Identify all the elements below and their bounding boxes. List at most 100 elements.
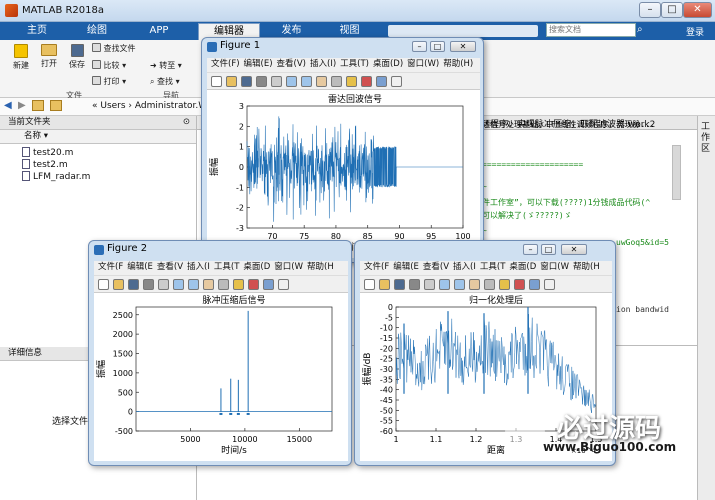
print-icon[interactable] bbox=[143, 279, 154, 290]
current-path[interactable]: « Users › Administrator.W bbox=[92, 101, 207, 111]
file-item[interactable]: test2.m bbox=[22, 159, 68, 170]
file-item[interactable]: test20.m bbox=[22, 147, 73, 158]
open-icon[interactable] bbox=[379, 279, 390, 290]
goto-button[interactable]: ➜ 转至 ▾ bbox=[150, 60, 182, 71]
save-button[interactable]: 保存 bbox=[64, 44, 90, 70]
figure1-window[interactable]: Figure 1 – □ ✕ 文件(F) 编辑(E) 查看(V) 插入(I) 工具(T)… bbox=[201, 37, 484, 263]
save-icon[interactable] bbox=[128, 279, 139, 290]
zoom-in-icon[interactable] bbox=[286, 76, 297, 87]
minimize-button[interactable]: – bbox=[639, 2, 661, 18]
open-icon[interactable] bbox=[226, 76, 237, 87]
forward-icon[interactable]: ▶ bbox=[18, 100, 26, 111]
menu-item[interactable]: 插入(I bbox=[187, 262, 210, 272]
legend-icon[interactable] bbox=[278, 279, 289, 290]
menu-item[interactable]: 桌面(D) bbox=[373, 59, 403, 69]
brush-icon[interactable] bbox=[248, 279, 259, 290]
pointer-icon[interactable] bbox=[158, 279, 169, 290]
open-icon[interactable] bbox=[113, 279, 124, 290]
menu-item[interactable]: 窗口(W) bbox=[407, 59, 439, 69]
data-cursor-icon[interactable] bbox=[233, 279, 244, 290]
new-figure-icon[interactable] bbox=[98, 279, 109, 290]
insert-colorbar-icon[interactable] bbox=[263, 279, 274, 290]
editor-scrollbar[interactable] bbox=[672, 145, 681, 200]
pointer-icon[interactable] bbox=[271, 76, 282, 87]
data-cursor-icon[interactable] bbox=[346, 76, 357, 87]
menu-item[interactable]: 桌面(D bbox=[243, 262, 270, 272]
pan-icon[interactable] bbox=[316, 76, 327, 87]
data-cursor-icon[interactable] bbox=[499, 279, 510, 290]
pan-icon[interactable] bbox=[203, 279, 214, 290]
rotate-icon[interactable] bbox=[331, 76, 342, 87]
figure3-close-button[interactable]: ✕ bbox=[561, 244, 587, 255]
print-button[interactable]: 打印 ▾ bbox=[92, 76, 126, 87]
menu-item[interactable]: 编辑(E bbox=[393, 262, 419, 272]
search-docs-input[interactable]: 搜索文档 bbox=[546, 23, 636, 37]
menu-item[interactable]: 桌面(D bbox=[509, 262, 536, 272]
zoom-in-icon[interactable] bbox=[173, 279, 184, 290]
folder-up-icon[interactable] bbox=[32, 100, 44, 111]
file-item[interactable]: LFM_radar.m bbox=[22, 171, 90, 182]
panel-menu-icon[interactable]: ⊙ bbox=[183, 116, 190, 129]
figure2-chart[interactable]: 脉冲压缩后信号时间/s振幅5000 10000 150002500200015001… bbox=[94, 293, 348, 461]
figure1-maximize-button[interactable]: □ bbox=[430, 41, 445, 52]
figure1-chart[interactable]: 雷达回波信号时间/s振幅7075808590951003210-1-2-3 bbox=[207, 90, 480, 258]
name-column-header[interactable]: 名称 ▾ bbox=[0, 130, 196, 144]
figure2-window[interactable]: Figure 2 文件(F 编辑(E 查看(V 插入(I 工具(T 桌面(D 窗口(W 帮助(… bbox=[88, 240, 352, 466]
tab-home[interactable]: 主页 bbox=[12, 23, 62, 40]
compare-button[interactable]: 比较 ▾ bbox=[92, 60, 126, 71]
menu-item[interactable]: 帮助(H bbox=[573, 262, 600, 272]
save-icon[interactable] bbox=[394, 279, 405, 290]
login-link[interactable]: 登录 bbox=[686, 25, 704, 38]
workspace-panel[interactable]: 工作区 bbox=[697, 116, 715, 500]
menu-item[interactable]: 文件(F bbox=[98, 262, 123, 272]
zoom-in-icon[interactable] bbox=[439, 279, 450, 290]
figure3-minimize-button[interactable]: – bbox=[523, 244, 538, 255]
browse-icon[interactable] bbox=[50, 100, 62, 111]
menu-item[interactable]: 窗口(W bbox=[540, 262, 569, 272]
menu-item[interactable]: 插入(I bbox=[453, 262, 476, 272]
menu-item[interactable]: 帮助(H bbox=[307, 262, 334, 272]
rotate-icon[interactable] bbox=[484, 279, 495, 290]
menu-item[interactable]: 工具(T) bbox=[340, 59, 369, 69]
figure1-close-button[interactable]: ✕ bbox=[450, 41, 476, 52]
zoom-out-icon[interactable] bbox=[301, 76, 312, 87]
print-icon[interactable] bbox=[256, 76, 267, 87]
zoom-out-icon[interactable] bbox=[188, 279, 199, 290]
figure1-minimize-button[interactable]: – bbox=[412, 41, 427, 52]
figure3-maximize-button[interactable]: □ bbox=[541, 244, 556, 255]
menu-item[interactable]: 工具(T bbox=[214, 262, 240, 272]
menu-item[interactable]: 查看(V bbox=[423, 262, 449, 272]
back-icon[interactable]: ◀ bbox=[4, 100, 12, 111]
open-button[interactable]: 打开 bbox=[36, 44, 62, 69]
zoom-out-icon[interactable] bbox=[454, 279, 465, 290]
brush-icon[interactable] bbox=[514, 279, 525, 290]
tab-apps[interactable]: APP bbox=[134, 23, 184, 40]
legend-icon[interactable] bbox=[391, 76, 402, 87]
find-button[interactable]: ⌕ 查找 ▾ bbox=[150, 76, 180, 87]
print-icon[interactable] bbox=[409, 279, 420, 290]
tab-plots[interactable]: 绘图 bbox=[72, 23, 122, 40]
new-figure-icon[interactable] bbox=[211, 76, 222, 87]
brush-icon[interactable] bbox=[361, 76, 372, 87]
find-files-button[interactable]: 查找文件 bbox=[92, 43, 136, 54]
menu-item[interactable]: 查看(V bbox=[157, 262, 183, 272]
quick-access-toolbar[interactable] bbox=[388, 25, 538, 37]
menu-item[interactable]: 工具(T bbox=[480, 262, 506, 272]
insert-colorbar-icon[interactable] bbox=[376, 76, 387, 87]
rotate-icon[interactable] bbox=[218, 279, 229, 290]
pan-icon[interactable] bbox=[469, 279, 480, 290]
save-icon[interactable] bbox=[241, 76, 252, 87]
menu-item[interactable]: 窗口(W bbox=[274, 262, 303, 272]
menu-item[interactable]: 文件(F) bbox=[211, 59, 240, 69]
search-icon[interactable]: ⌕ bbox=[637, 24, 643, 35]
menu-item[interactable]: 编辑(E bbox=[127, 262, 153, 272]
legend-icon[interactable] bbox=[544, 279, 555, 290]
insert-colorbar-icon[interactable] bbox=[529, 279, 540, 290]
menu-item[interactable]: 查看(V) bbox=[277, 59, 306, 69]
menu-item[interactable]: 插入(I) bbox=[310, 59, 336, 69]
maximize-button[interactable]: □ bbox=[661, 2, 683, 18]
new-button[interactable]: 新建 bbox=[8, 44, 34, 71]
new-figure-icon[interactable] bbox=[364, 279, 375, 290]
close-button[interactable]: ✕ bbox=[683, 2, 712, 18]
menu-item[interactable]: 文件(F bbox=[364, 262, 389, 272]
